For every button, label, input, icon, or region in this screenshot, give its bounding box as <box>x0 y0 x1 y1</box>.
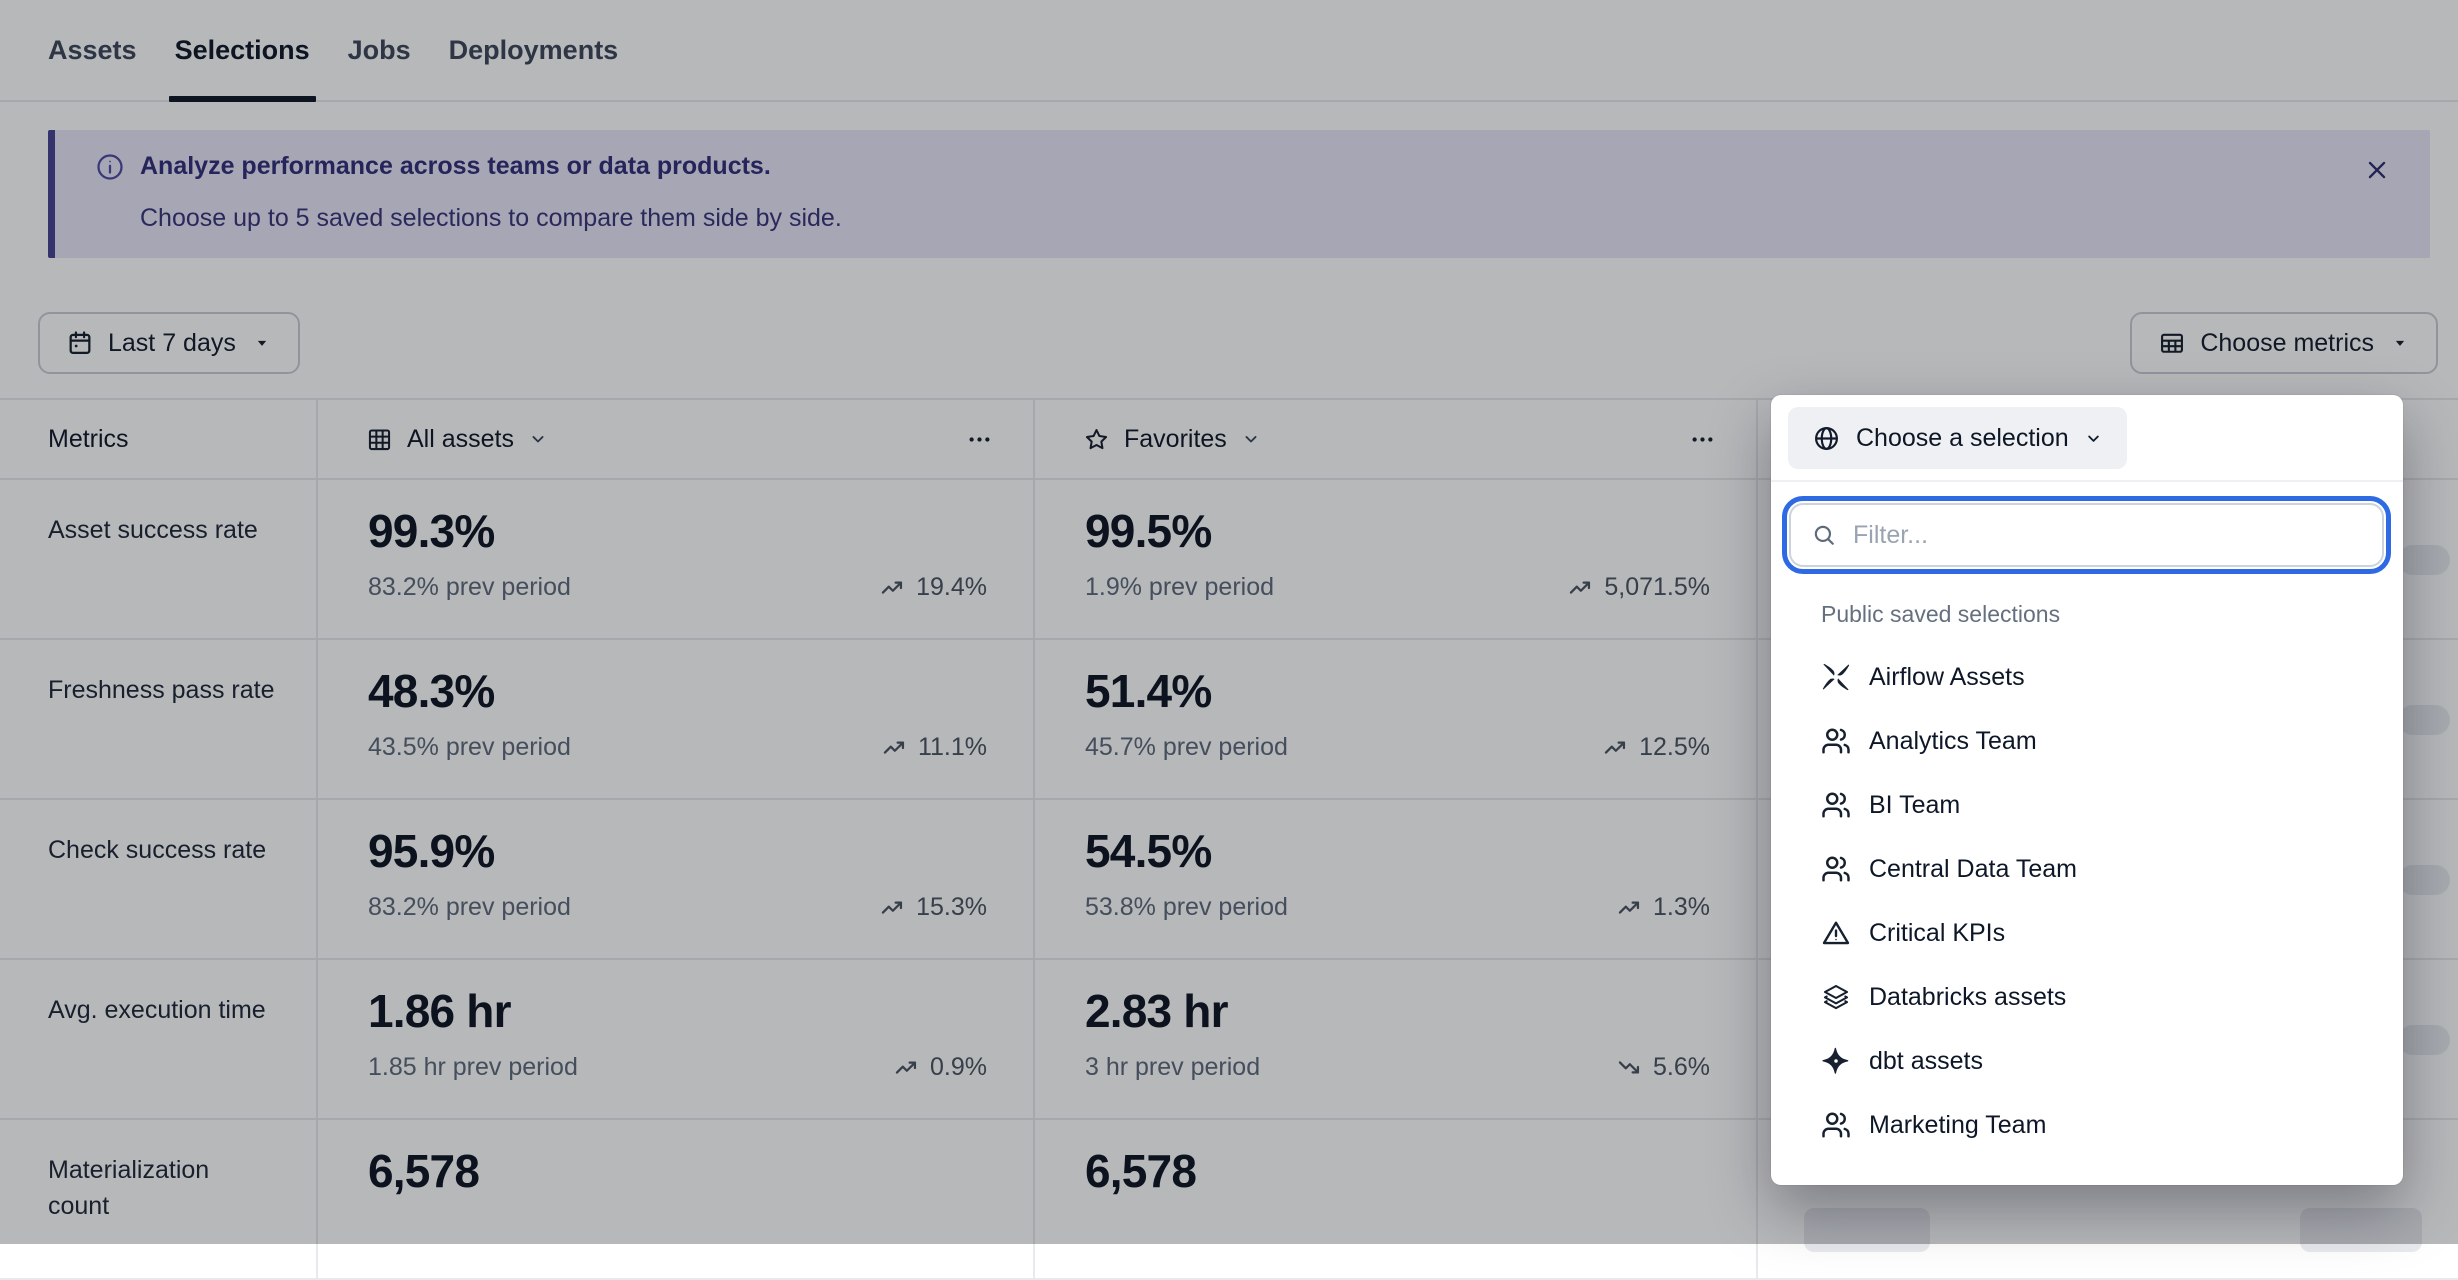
users-icon <box>1821 854 1851 884</box>
selection-panel: Choose a selection Public saved selectio… <box>1771 395 2403 1185</box>
filter-field <box>1789 503 2384 567</box>
list-item[interactable]: Airflow Assets <box>1771 645 2403 709</box>
users-icon <box>1821 726 1851 756</box>
list-item-label: BI Team <box>1869 791 1960 820</box>
saved-selections-list: Airflow Assets Analytics Team BI Team Ce… <box>1771 645 2403 1157</box>
list-item-label: Central Data Team <box>1869 855 2077 884</box>
list-item[interactable]: dbt assets <box>1771 1029 2403 1093</box>
list-item-label: Airflow Assets <box>1869 663 2025 692</box>
layers-icon <box>1821 982 1851 1012</box>
list-item-label: Critical KPIs <box>1869 919 2005 948</box>
list-item[interactable]: Critical KPIs <box>1771 901 2403 965</box>
warning-icon <box>1821 918 1851 948</box>
list-item[interactable]: Central Data Team <box>1771 837 2403 901</box>
list-item-label: Databricks assets <box>1869 983 2066 1012</box>
choose-selection-label: Choose a selection <box>1856 424 2069 453</box>
list-item[interactable]: Marketing Team <box>1771 1093 2403 1157</box>
list-item-label: Marketing Team <box>1869 1111 2046 1140</box>
airflow-icon <box>1821 662 1851 692</box>
list-item[interactable]: BI Team <box>1771 773 2403 837</box>
selection-panel-header: Choose a selection <box>1771 395 2403 482</box>
choose-selection-trigger[interactable]: Choose a selection <box>1788 407 2127 469</box>
filter-input[interactable] <box>1851 520 2362 551</box>
dbt-icon <box>1821 1046 1851 1076</box>
users-icon <box>1821 1110 1851 1140</box>
users-icon <box>1821 790 1851 820</box>
list-item-label: Analytics Team <box>1869 727 2037 756</box>
list-item[interactable]: Analytics Team <box>1771 709 2403 773</box>
list-item-label: dbt assets <box>1869 1047 1983 1076</box>
globe-icon <box>1812 424 1841 453</box>
list-item[interactable]: Databricks assets <box>1771 965 2403 1029</box>
chevron-down-icon <box>2084 429 2103 448</box>
group-label: Public saved selections <box>1821 601 2060 628</box>
search-icon <box>1811 522 1837 548</box>
